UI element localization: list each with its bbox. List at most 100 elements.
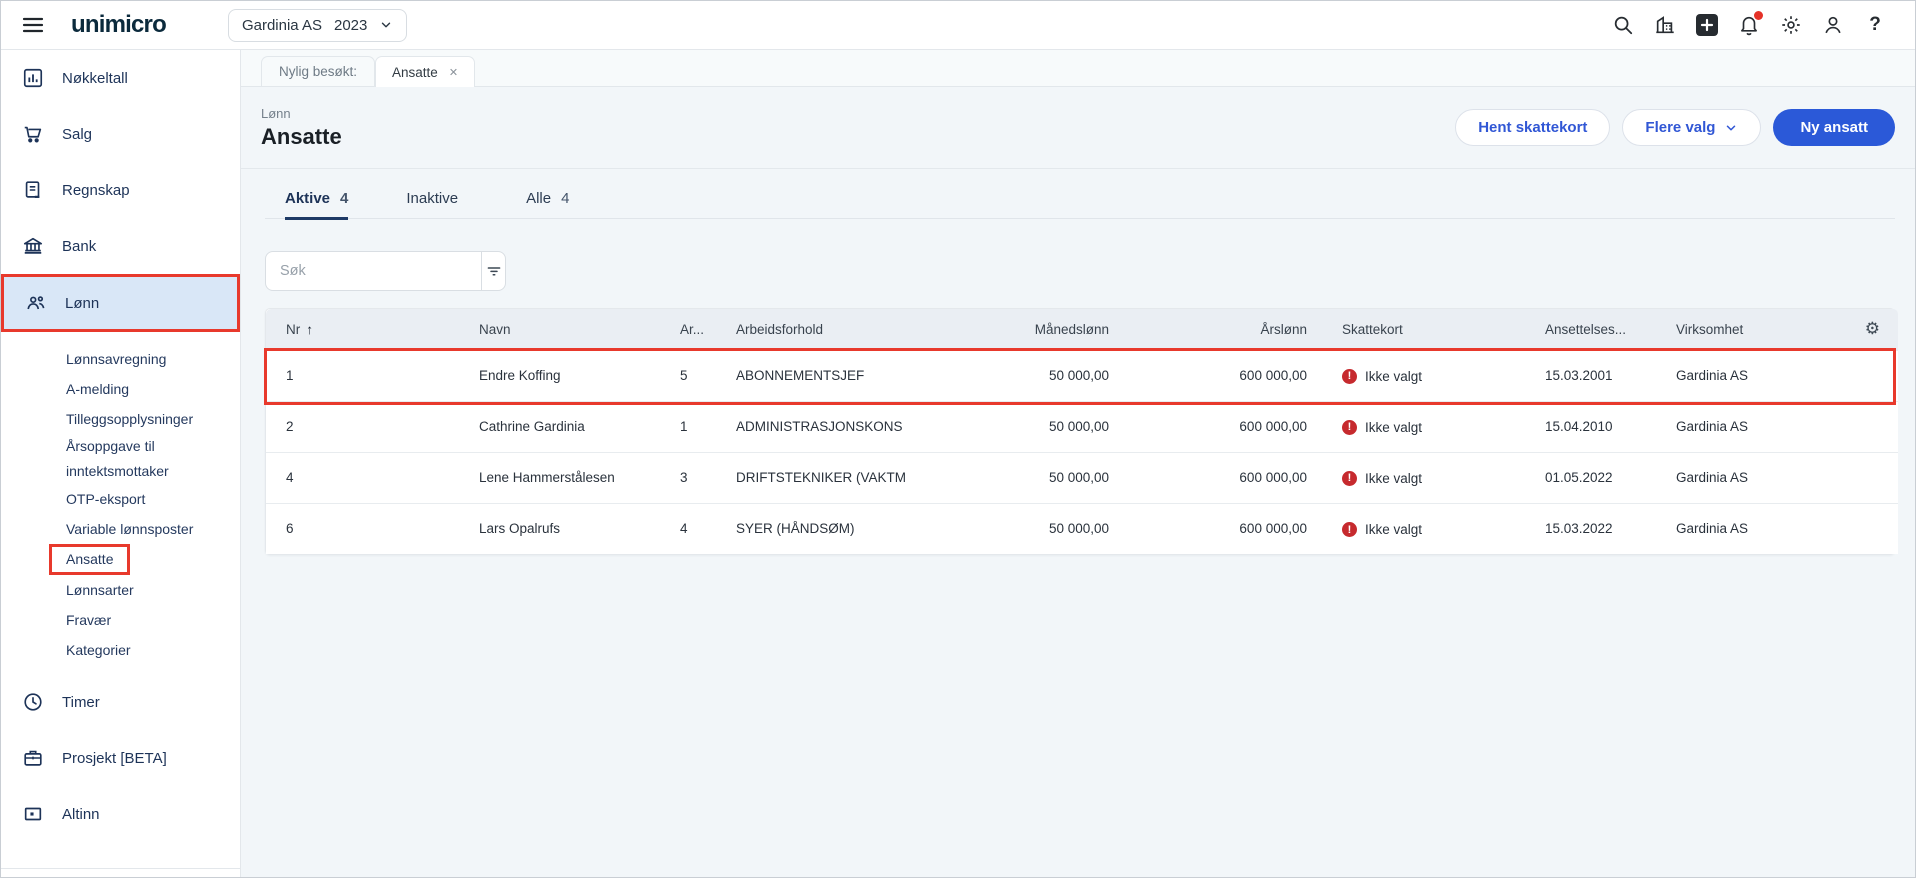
profile-icon[interactable] [1821, 13, 1845, 37]
breadcrumb: Lønn [261, 105, 291, 121]
col-virksomhet[interactable]: Virksomhet [1676, 309, 1846, 350]
warning-icon: ! [1342, 419, 1357, 435]
col-manedslonn[interactable]: Månedslønn [956, 309, 1109, 350]
content: Aktive 4 Inaktive Alle 4 Søk Nr ↑ Navn A… [241, 169, 1915, 877]
sidebar-item-timer[interactable]: Timer [1, 674, 240, 730]
cell-ansettelses: 15.03.2022 [1545, 521, 1613, 537]
tab-count: 4 [561, 190, 570, 207]
flere-valg-button[interactable]: Flere valg [1622, 109, 1762, 146]
col-navn[interactable]: Navn [479, 309, 680, 350]
sidebar-item-salg[interactable]: Salg [1, 106, 240, 162]
chevron-down-icon [1727, 124, 1736, 131]
chevron-down-icon [379, 18, 393, 32]
cell-arbeidsforhold: ADMINISTRASJONSKONS [736, 419, 903, 434]
col-skattekort[interactable]: Skattekort [1307, 309, 1545, 350]
submenu-item-variable-lonnsposter[interactable]: Variable lønnsposter [66, 514, 240, 544]
page-header: Lønn Ansatte Hent skattekort Flere valg … [241, 87, 1915, 169]
search-box [265, 251, 506, 291]
cell-ar: 3 [680, 470, 688, 485]
company-year: 2023 [334, 16, 368, 34]
title-wrap: Lønn Ansatte [261, 106, 342, 150]
help-icon[interactable]: ? [1863, 13, 1887, 37]
col-arslonn[interactable]: Årslønn [1109, 309, 1307, 350]
table-row[interactable]: 4 Lene Hammerstålesen 3 DRIFTSTEKNIKER (… [266, 452, 1898, 503]
col-arbeidsforhold[interactable]: Arbeidsforhold [736, 309, 956, 350]
companies-icon[interactable] [1653, 13, 1677, 37]
cell-ansettelses: 01.05.2022 [1545, 470, 1613, 485]
sidebar-item-altinn[interactable]: Altinn [1, 786, 240, 842]
chart-icon [21, 66, 45, 90]
sidebar-item-lonn[interactable]: Lønn [4, 277, 237, 329]
table-header-row: Nr ↑ Navn Ar... Arbeidsforhold Månedslønn… [266, 309, 1898, 350]
notifications-icon[interactable] [1737, 11, 1763, 37]
page-title: Ansatte [261, 123, 342, 149]
warning-icon: ! [1342, 368, 1357, 384]
cell-actions [1846, 350, 1898, 401]
notification-badge [1754, 11, 1763, 20]
company-selector[interactable]: Gardinia AS 2023 [227, 8, 408, 42]
col-ar[interactable]: Ar... [680, 309, 736, 350]
clock-icon [21, 690, 45, 714]
sort-asc-icon: ↑ [306, 321, 313, 337]
search-input[interactable] [266, 263, 481, 279]
cell-navn: Lars Opalrufs [479, 521, 561, 537]
submenu-item-a-melding[interactable]: A-melding [66, 374, 240, 404]
sidebar-item-prosjekt[interactable]: Prosjekt [BETA] [1, 730, 240, 786]
topbar: unimicro Gardinia AS 2023 ? [1, 1, 1915, 50]
settings-icon[interactable] [1779, 13, 1803, 37]
submenu-item-tilleggsopplysninger[interactable]: Tilleggsopplysninger [66, 404, 240, 434]
filter-button[interactable] [481, 252, 505, 290]
sidebar-item-bank[interactable]: Bank [1, 218, 240, 274]
submenu-item-otp-eksport[interactable]: OTP-eksport [66, 484, 240, 514]
submenu-item-lonnsarter[interactable]: Lønnsarter [66, 575, 240, 605]
column-settings-gear-icon[interactable]: ⚙ [1846, 309, 1898, 350]
submenu-item-ansatte[interactable]: Ansatte [49, 544, 240, 575]
unimicro-logo[interactable]: unimicro [71, 11, 167, 39]
close-icon[interactable]: ✕ [449, 66, 458, 79]
employees-table: Nr ↑ Navn Ar... Arbeidsforhold Månedslønn… [264, 308, 1898, 555]
annotation-box-lonn: Lønn [1, 274, 240, 332]
table-row[interactable]: 1 Endre Koffing 5 ABONNEMENTSJEF 50 000,… [266, 350, 1898, 401]
sidebar-item-label: Timer [62, 693, 100, 711]
hent-skattekort-button[interactable]: Hent skattekort [1455, 109, 1611, 146]
people-icon [24, 291, 48, 315]
cell-navn: Lene Hammerstålesen [479, 470, 615, 485]
tab-label: Inaktive [406, 190, 459, 207]
sidebar-item-regnskap[interactable]: Regnskap [1, 162, 240, 218]
tab-count: 4 [340, 190, 349, 207]
annotation-box-ansatte: Ansatte [49, 544, 131, 575]
tab-label: Aktive [285, 190, 331, 207]
search-icon[interactable] [1611, 13, 1635, 37]
tab-inaktive[interactable]: Inaktive [406, 190, 468, 218]
ny-ansatt-button[interactable]: Ny ansatt [1773, 109, 1895, 146]
cell-nr: 1 [286, 368, 294, 383]
col-nr[interactable]: Nr ↑ [266, 309, 479, 350]
submenu-item-fravaer[interactable]: Fravær [66, 605, 240, 635]
sidebar-item-nokkeltall[interactable]: Nøkkeltall [1, 50, 240, 106]
tab-ansatte[interactable]: Ansatte ✕ [375, 56, 476, 87]
tab-label: Alle [526, 190, 552, 207]
sidebar-item-label: Lønn [65, 294, 100, 312]
cell-skattekort: ! Ikke valgt [1307, 452, 1545, 503]
cell-arbeidsforhold: SYER (HÅNDSØM) [736, 521, 855, 537]
sidebar-item-label: Altinn [62, 805, 100, 823]
submenu-item-kategorier[interactable]: Kategorier [66, 635, 240, 665]
col-ansettelses[interactable]: Ansettelses... [1545, 309, 1676, 350]
cell-virksomhet: Gardinia AS [1676, 470, 1749, 485]
cart-icon [21, 122, 45, 146]
tab-aktive[interactable]: Aktive 4 [285, 190, 349, 220]
sidebar-item-label: Prosjekt [BETA] [62, 749, 167, 767]
table-row[interactable]: 6 Lars Opalrufs 4 SYER (HÅNDSØM) 50 000,… [266, 503, 1898, 554]
sidebar-item-label: Bank [62, 237, 97, 255]
cell-actions [1846, 401, 1898, 452]
add-icon[interactable] [1695, 13, 1719, 37]
hamburger-menu-icon[interactable] [21, 13, 45, 37]
cell-arslonn: 600 000,00 [1239, 521, 1307, 537]
submenu-item-arsoppgave[interactable]: Årsoppgave til inntektsmottaker [66, 434, 200, 484]
recent-tabstrip: Nylig besøkt: Ansatte ✕ [241, 50, 1915, 87]
tab-alle[interactable]: Alle 4 [526, 190, 569, 218]
table-row[interactable]: 2 Cathrine Gardinia 1 ADMINISTRASJONSKON… [266, 401, 1898, 452]
cell-ar: 1 [680, 419, 688, 434]
cell-actions [1846, 503, 1898, 554]
submenu-item-lonnsavregning[interactable]: Lønnsavregning [66, 344, 240, 374]
